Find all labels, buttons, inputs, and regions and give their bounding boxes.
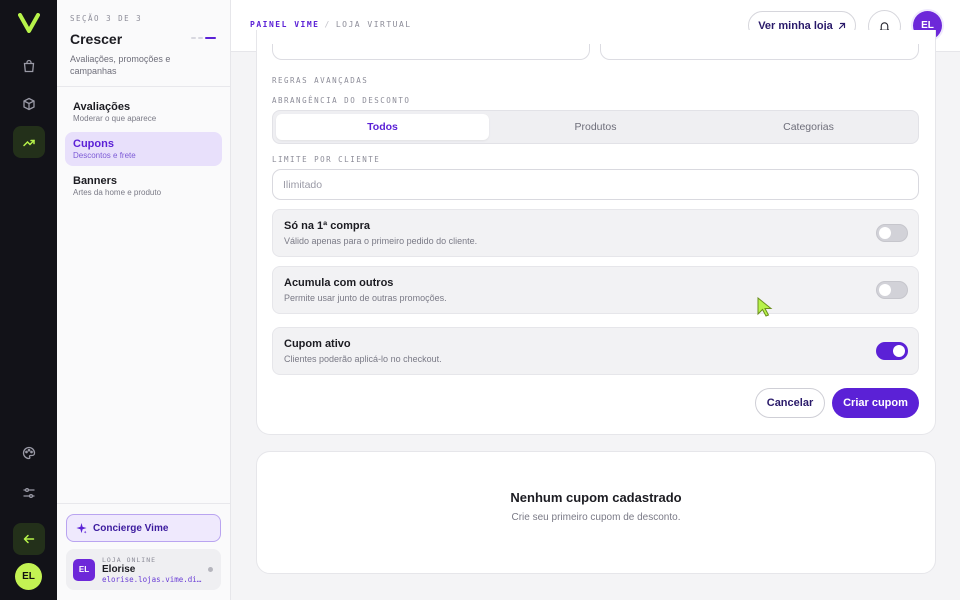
section-progress xyxy=(191,37,216,39)
shopping-bag-icon[interactable] xyxy=(13,50,45,82)
nav-item-avaliacoes[interactable]: Avaliações Moderar o que aparece xyxy=(65,95,222,129)
trending-up-icon[interactable] xyxy=(12,126,45,158)
scope-option-categorias[interactable]: Categorias xyxy=(702,114,915,140)
toggle-title: Cupom ativo xyxy=(284,338,351,350)
nav-item-label: Cupons xyxy=(73,138,114,150)
toggle-row-active: Cupom ativo Clientes poderão aplicá-lo n… xyxy=(272,327,919,375)
store-name: Elorise xyxy=(102,563,136,575)
scope-label: ABRANGÊNCIA DO DESCONTO xyxy=(272,96,411,105)
field-stub-left[interactable] xyxy=(272,44,590,60)
stackable-switch[interactable] xyxy=(876,281,908,299)
toggle-sub: Permite usar junto de outras promoções. xyxy=(284,293,447,303)
scope-option-produtos[interactable]: Produtos xyxy=(489,114,702,140)
empty-state-card: Nenhum cupom cadastrado Crie seu primeir… xyxy=(256,451,936,574)
section-title: Crescer xyxy=(70,31,123,47)
section-header: SEÇÃO 3 DE 3 Crescer Avaliações, promoçõ… xyxy=(57,0,230,87)
sliders-icon[interactable] xyxy=(13,477,45,509)
store-avatar: EL xyxy=(73,558,95,581)
breadcrumb-separator: / xyxy=(324,20,331,29)
box-icon[interactable] xyxy=(13,88,45,120)
user-avatar[interactable]: EL xyxy=(15,563,42,590)
cancel-button[interactable]: Cancelar xyxy=(755,388,825,418)
vime-logo-icon[interactable] xyxy=(16,10,42,36)
first-purchase-switch[interactable] xyxy=(876,224,908,242)
section-nav: Avaliações Moderar o que aparece Cupons … xyxy=(57,87,230,214)
external-arrow-icon xyxy=(838,22,845,29)
section-description: Avaliações, promoções e campanhas xyxy=(70,54,171,76)
concierge-button[interactable]: Concierge Vime xyxy=(66,514,221,542)
section-sidebar: SEÇÃO 3 DE 3 Crescer Avaliações, promoçõ… xyxy=(57,0,231,600)
nav-item-sub: Moderar o que aparece xyxy=(73,114,157,123)
field-stub-right[interactable] xyxy=(600,44,919,60)
toggle-title: Acumula com outros xyxy=(284,277,394,289)
concierge-label: Concierge Vime xyxy=(93,522,169,534)
sparkle-icon xyxy=(76,522,87,534)
limit-per-customer-input[interactable] xyxy=(272,169,919,200)
nav-item-label: Banners xyxy=(73,175,118,187)
nav-item-sub: Artes da home e produto xyxy=(73,188,162,197)
toggle-row-stackable: Acumula com outros Permite usar junto de… xyxy=(272,266,919,314)
scope-segmented-control: Todos Produtos Categorias xyxy=(272,110,919,144)
nav-item-label: Avaliações xyxy=(73,101,131,113)
mouse-cursor-icon xyxy=(757,297,773,317)
breadcrumb-primary[interactable]: PAINEL VIME xyxy=(250,20,319,29)
store-meta: LOJA ONLINE xyxy=(102,555,157,564)
store-url: elorise.lojas.vime.di… xyxy=(102,574,202,584)
sidebar-footer: Concierge Vime EL LOJA ONLINE Elorise el… xyxy=(57,503,230,600)
toggle-title: Só na 1ª compra xyxy=(284,220,370,232)
toggle-sub: Clientes poderão aplicá-lo no checkout. xyxy=(284,354,442,364)
coupon-active-switch[interactable] xyxy=(876,342,908,360)
scope-option-todos[interactable]: Todos xyxy=(276,114,489,140)
toggle-sub: Válido apenas para o primeiro pedido do … xyxy=(284,236,478,246)
advanced-rules-label: REGRAS AVANÇADAS xyxy=(272,76,369,85)
section-step: SEÇÃO 3 DE 3 xyxy=(70,14,143,23)
limit-label: LIMITE POR CLIENTE xyxy=(272,155,381,164)
store-status-dot xyxy=(208,567,213,572)
create-coupon-button[interactable]: Criar cupom xyxy=(832,388,919,418)
store-card[interactable]: EL LOJA ONLINE Elorise elorise.lojas.vim… xyxy=(66,549,221,590)
empty-state-sub: Crie seu primeiro cupom de desconto. xyxy=(511,512,681,523)
app-rail: EL xyxy=(0,0,57,600)
toggle-row-first-purchase: Só na 1ª compra Válido apenas para o pri… xyxy=(272,209,919,257)
nav-item-banners[interactable]: Banners Artes da home e produto xyxy=(65,169,222,203)
breadcrumb: PAINEL VIME / LOJA VIRTUAL xyxy=(250,20,412,29)
back-arrow-icon[interactable] xyxy=(12,523,45,555)
palette-icon[interactable] xyxy=(13,437,45,469)
breadcrumb-secondary: LOJA VIRTUAL xyxy=(335,20,412,29)
nav-item-cupons[interactable]: Cupons Descontos e frete xyxy=(65,132,222,166)
nav-item-sub: Descontos e frete xyxy=(73,151,136,160)
empty-state-title: Nenhum cupom cadastrado xyxy=(510,490,682,505)
